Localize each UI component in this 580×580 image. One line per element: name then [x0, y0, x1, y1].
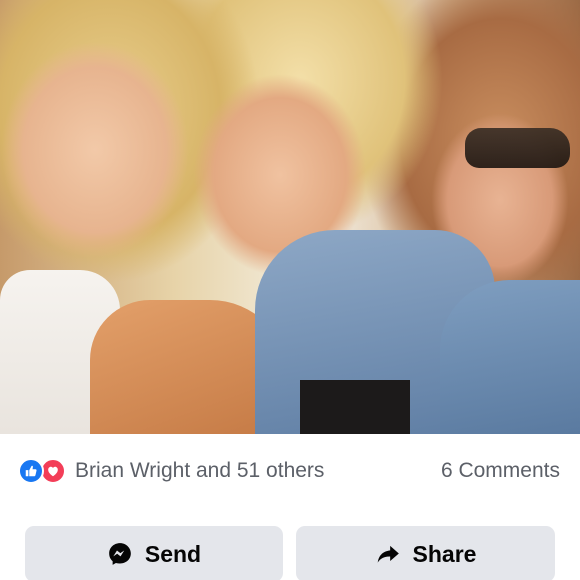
reactions-summary[interactable]: Brian Wright and 51 others	[75, 458, 324, 484]
share-label: Share	[412, 540, 477, 567]
share-arrow-icon	[375, 541, 401, 567]
messenger-icon	[107, 541, 133, 567]
photo-region	[300, 380, 410, 434]
send-button[interactable]: Send	[25, 526, 283, 580]
send-label: Send	[144, 540, 202, 567]
post-photo[interactable]	[0, 0, 580, 434]
reactions-row: Brian Wright and 51 others 6 Comments	[0, 434, 580, 504]
photo-region	[465, 128, 570, 168]
like-icon	[18, 458, 44, 484]
photo-region	[440, 280, 580, 434]
share-button[interactable]: Share	[296, 526, 555, 580]
reaction-icons[interactable]	[18, 458, 70, 484]
comments-count[interactable]: 6 Comments	[441, 458, 560, 484]
